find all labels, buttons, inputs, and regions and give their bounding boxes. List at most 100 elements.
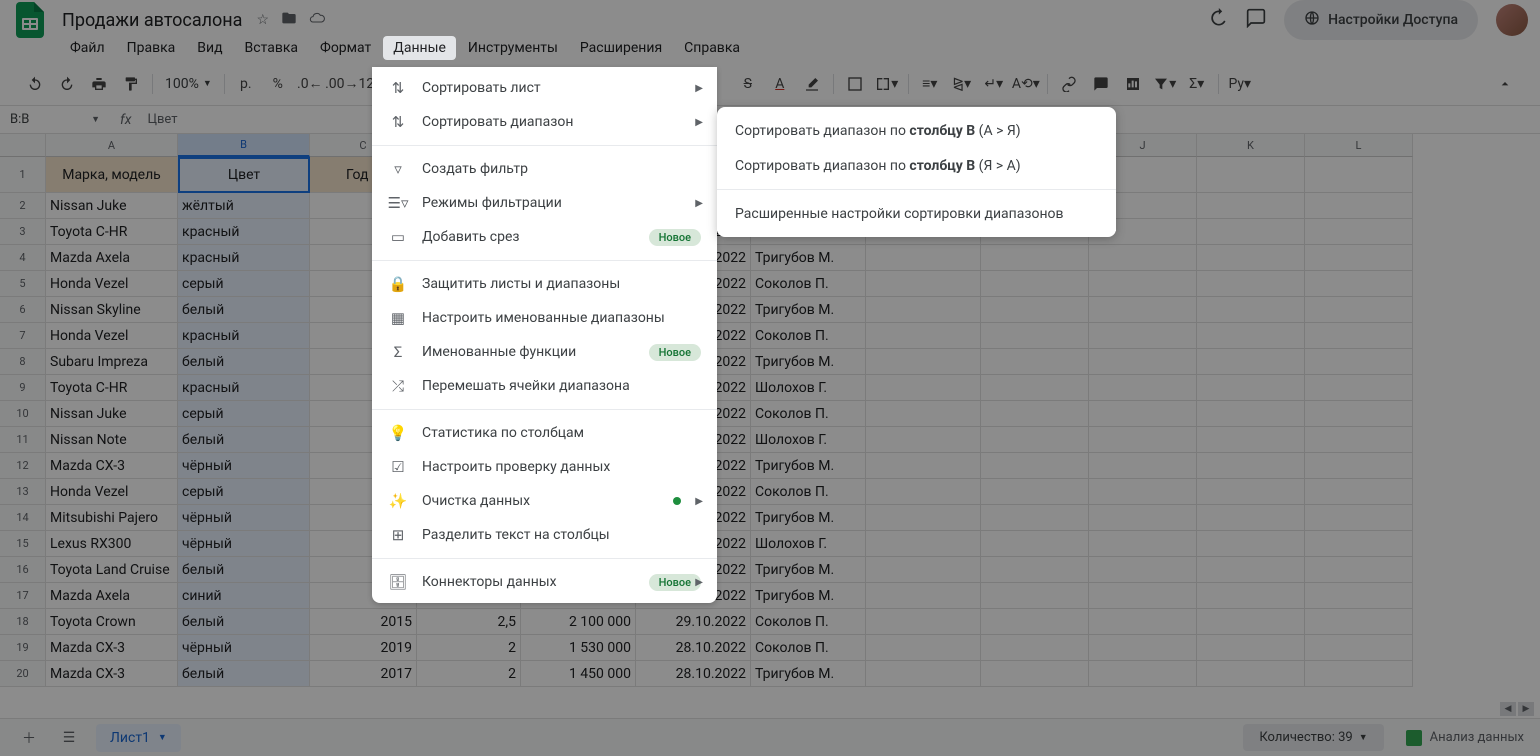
- cell[interactable]: 2017: [310, 661, 417, 687]
- cell[interactable]: [1305, 505, 1413, 531]
- header-cell[interactable]: Цвет: [178, 157, 310, 193]
- scroll-right-button[interactable]: ▶: [1518, 702, 1534, 716]
- cell[interactable]: белый: [178, 349, 310, 375]
- cell[interactable]: [1089, 635, 1197, 661]
- explore-button[interactable]: Анализ данных: [1406, 730, 1524, 746]
- cell[interactable]: [1197, 635, 1305, 661]
- doc-title[interactable]: Продажи автосалона: [56, 8, 248, 33]
- fill-color-button[interactable]: [797, 69, 827, 99]
- cell[interactable]: Lexus RX300: [46, 531, 178, 557]
- cell[interactable]: [981, 583, 1089, 609]
- cell[interactable]: Тригубов М.: [751, 661, 866, 687]
- cell[interactable]: Toyota C-HR: [46, 375, 178, 401]
- cell[interactable]: серый: [178, 271, 310, 297]
- cell[interactable]: [1305, 453, 1413, 479]
- cell[interactable]: [981, 271, 1089, 297]
- cell[interactable]: [1197, 245, 1305, 271]
- cell[interactable]: Honda Vezel: [46, 271, 178, 297]
- cell[interactable]: [1305, 479, 1413, 505]
- print-button[interactable]: [84, 69, 114, 99]
- cell[interactable]: Соколов П.: [751, 609, 866, 635]
- row-header[interactable]: 7: [0, 323, 46, 349]
- sort-range-az[interactable]: Сортировать диапазон по столбцу B (А > Я…: [717, 113, 1116, 148]
- header-cell[interactable]: Марка, модель: [46, 157, 178, 193]
- cell[interactable]: [981, 479, 1089, 505]
- cell[interactable]: [981, 453, 1089, 479]
- cell[interactable]: Шолохов Г.: [751, 375, 866, 401]
- cell[interactable]: [1089, 375, 1197, 401]
- sort-range-advanced[interactable]: Расширенные настройки сортировки диапазо…: [717, 196, 1116, 231]
- cell[interactable]: Тригубов М.: [751, 557, 866, 583]
- cell[interactable]: [1089, 427, 1197, 453]
- menu-item-добавить-срез[interactable]: ▭Добавить срезНовое: [372, 220, 717, 254]
- comment-icon[interactable]: [1246, 8, 1266, 32]
- cell[interactable]: [1089, 505, 1197, 531]
- cell[interactable]: [1089, 271, 1197, 297]
- cell[interactable]: [1089, 531, 1197, 557]
- cell[interactable]: красный: [178, 323, 310, 349]
- cell[interactable]: [1197, 557, 1305, 583]
- menu-расширения[interactable]: Расширения: [570, 36, 672, 60]
- cell[interactable]: [981, 661, 1089, 687]
- undo-button[interactable]: [20, 69, 50, 99]
- cell[interactable]: [1305, 349, 1413, 375]
- row-header[interactable]: 20: [0, 661, 46, 687]
- sort-range-za[interactable]: Сортировать диапазон по столбцу B (Я > А…: [717, 148, 1116, 183]
- cell[interactable]: Mazda CX-3: [46, 453, 178, 479]
- cell[interactable]: 28.10.2022: [636, 661, 751, 687]
- cell[interactable]: [1197, 583, 1305, 609]
- cell[interactable]: [866, 661, 981, 687]
- cell[interactable]: Mazda CX-3: [46, 635, 178, 661]
- menu-item-именованные-функции[interactable]: ΣИменованные функцииНовое: [372, 335, 717, 369]
- cell[interactable]: [1305, 661, 1413, 687]
- col-header[interactable]: B: [178, 134, 310, 157]
- row-header[interactable]: 15: [0, 531, 46, 557]
- cell[interactable]: 2 100 000: [521, 609, 636, 635]
- zoom-select[interactable]: 100%▼: [159, 76, 218, 92]
- cell[interactable]: Mazda Axela: [46, 583, 178, 609]
- comment-insert-button[interactable]: [1086, 69, 1116, 99]
- text-color-button[interactable]: A: [765, 69, 795, 99]
- star-icon[interactable]: ☆: [256, 12, 269, 28]
- cell[interactable]: [1305, 297, 1413, 323]
- cell[interactable]: [1197, 157, 1305, 193]
- cell[interactable]: жёлтый: [178, 193, 310, 219]
- strike-button[interactable]: S: [733, 69, 763, 99]
- menu-item-создать-фильтр[interactable]: ▿Создать фильтр: [372, 152, 717, 186]
- cell[interactable]: 2015: [310, 609, 417, 635]
- menu-item-разделить-текст-на-столбцы[interactable]: ⊞Разделить текст на столбцы: [372, 518, 717, 552]
- cell[interactable]: [866, 297, 981, 323]
- cell[interactable]: Тригубов М.: [751, 245, 866, 271]
- name-box[interactable]: B:B▼: [0, 112, 110, 127]
- cell[interactable]: [981, 349, 1089, 375]
- cell[interactable]: красный: [178, 375, 310, 401]
- cell[interactable]: [1197, 531, 1305, 557]
- row-header[interactable]: 19: [0, 635, 46, 661]
- cell[interactable]: серый: [178, 401, 310, 427]
- menu-item-статистика-по-столбцам[interactable]: 💡Статистика по столбцам: [372, 416, 717, 450]
- borders-button[interactable]: [840, 69, 870, 99]
- percent-button[interactable]: %: [263, 69, 293, 99]
- cell[interactable]: [1197, 479, 1305, 505]
- cell[interactable]: [1089, 349, 1197, 375]
- cell[interactable]: [981, 557, 1089, 583]
- cell[interactable]: Тригубов М.: [751, 505, 866, 531]
- all-sheets-button[interactable]: ☰: [56, 730, 82, 746]
- cell[interactable]: 29.10.2022: [636, 609, 751, 635]
- cell[interactable]: [866, 583, 981, 609]
- paint-format-button[interactable]: [116, 69, 146, 99]
- cell[interactable]: чёрный: [178, 505, 310, 531]
- cell[interactable]: 2: [417, 661, 521, 687]
- cell[interactable]: [866, 557, 981, 583]
- col-header[interactable]: L: [1305, 134, 1413, 157]
- share-button[interactable]: Настройки Доступа: [1284, 0, 1478, 40]
- inc-decimal-button[interactable]: .00→: [327, 69, 357, 99]
- rotate-button[interactable]: A⟲▾: [1011, 69, 1041, 99]
- cell[interactable]: [1305, 635, 1413, 661]
- cell[interactable]: чёрный: [178, 531, 310, 557]
- history-icon[interactable]: [1208, 8, 1228, 32]
- avatar[interactable]: [1496, 4, 1528, 36]
- cell[interactable]: Тригубов М.: [751, 583, 866, 609]
- cell[interactable]: [1197, 401, 1305, 427]
- row-header[interactable]: 12: [0, 453, 46, 479]
